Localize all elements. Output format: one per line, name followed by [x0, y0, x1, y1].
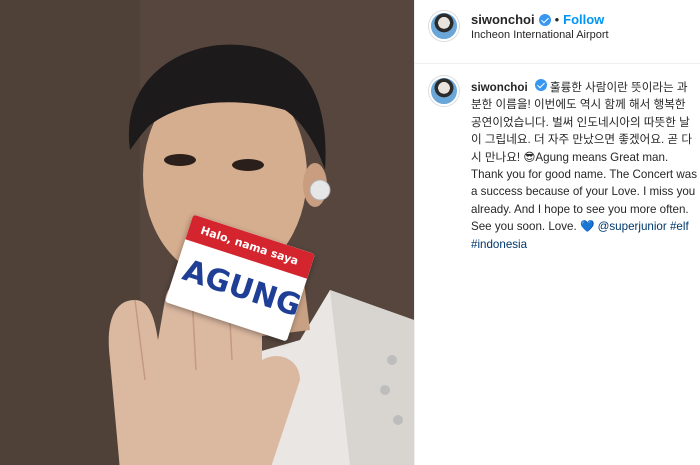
post-header: siwonchoi • Follow Incheon International… [415, 0, 700, 64]
hashtag-indonesia[interactable]: #indonesia [471, 238, 527, 251]
header-row: siwonchoi • Follow [471, 12, 604, 27]
hashtag-elf[interactable]: #elf [670, 220, 689, 233]
avatar[interactable] [429, 11, 459, 41]
post-photo[interactable]: Halo, nama saya AGUNG [0, 0, 414, 465]
follow-button[interactable]: Follow [563, 12, 604, 27]
verified-badge-icon [538, 13, 551, 26]
verified-badge-icon [534, 79, 547, 91]
location-link[interactable]: Incheon International Airport [471, 29, 609, 41]
separator-dot: • [554, 12, 560, 27]
caption-text: siwonchoi 훌륭한 사람이란 뜻이라는 과분한 이름을! 이번에도 역시… [471, 79, 697, 253]
caption-body: 훌륭한 사람이란 뜻이라는 과분한 이름을! 이번에도 역시 함께 해서 행복한… [471, 81, 697, 234]
caption-avatar[interactable] [429, 76, 459, 106]
mention-superjunior[interactable]: @superjunior [598, 220, 667, 233]
blue-heart-icon: 💙 [579, 220, 595, 234]
instagram-post: Halo, nama saya AGUNG siwonchoi • Follow… [0, 0, 700, 465]
header-username[interactable]: siwonchoi [471, 12, 535, 27]
post-side-panel: siwonchoi • Follow Incheon International… [414, 0, 700, 465]
caption-username[interactable]: siwonchoi [471, 81, 528, 94]
